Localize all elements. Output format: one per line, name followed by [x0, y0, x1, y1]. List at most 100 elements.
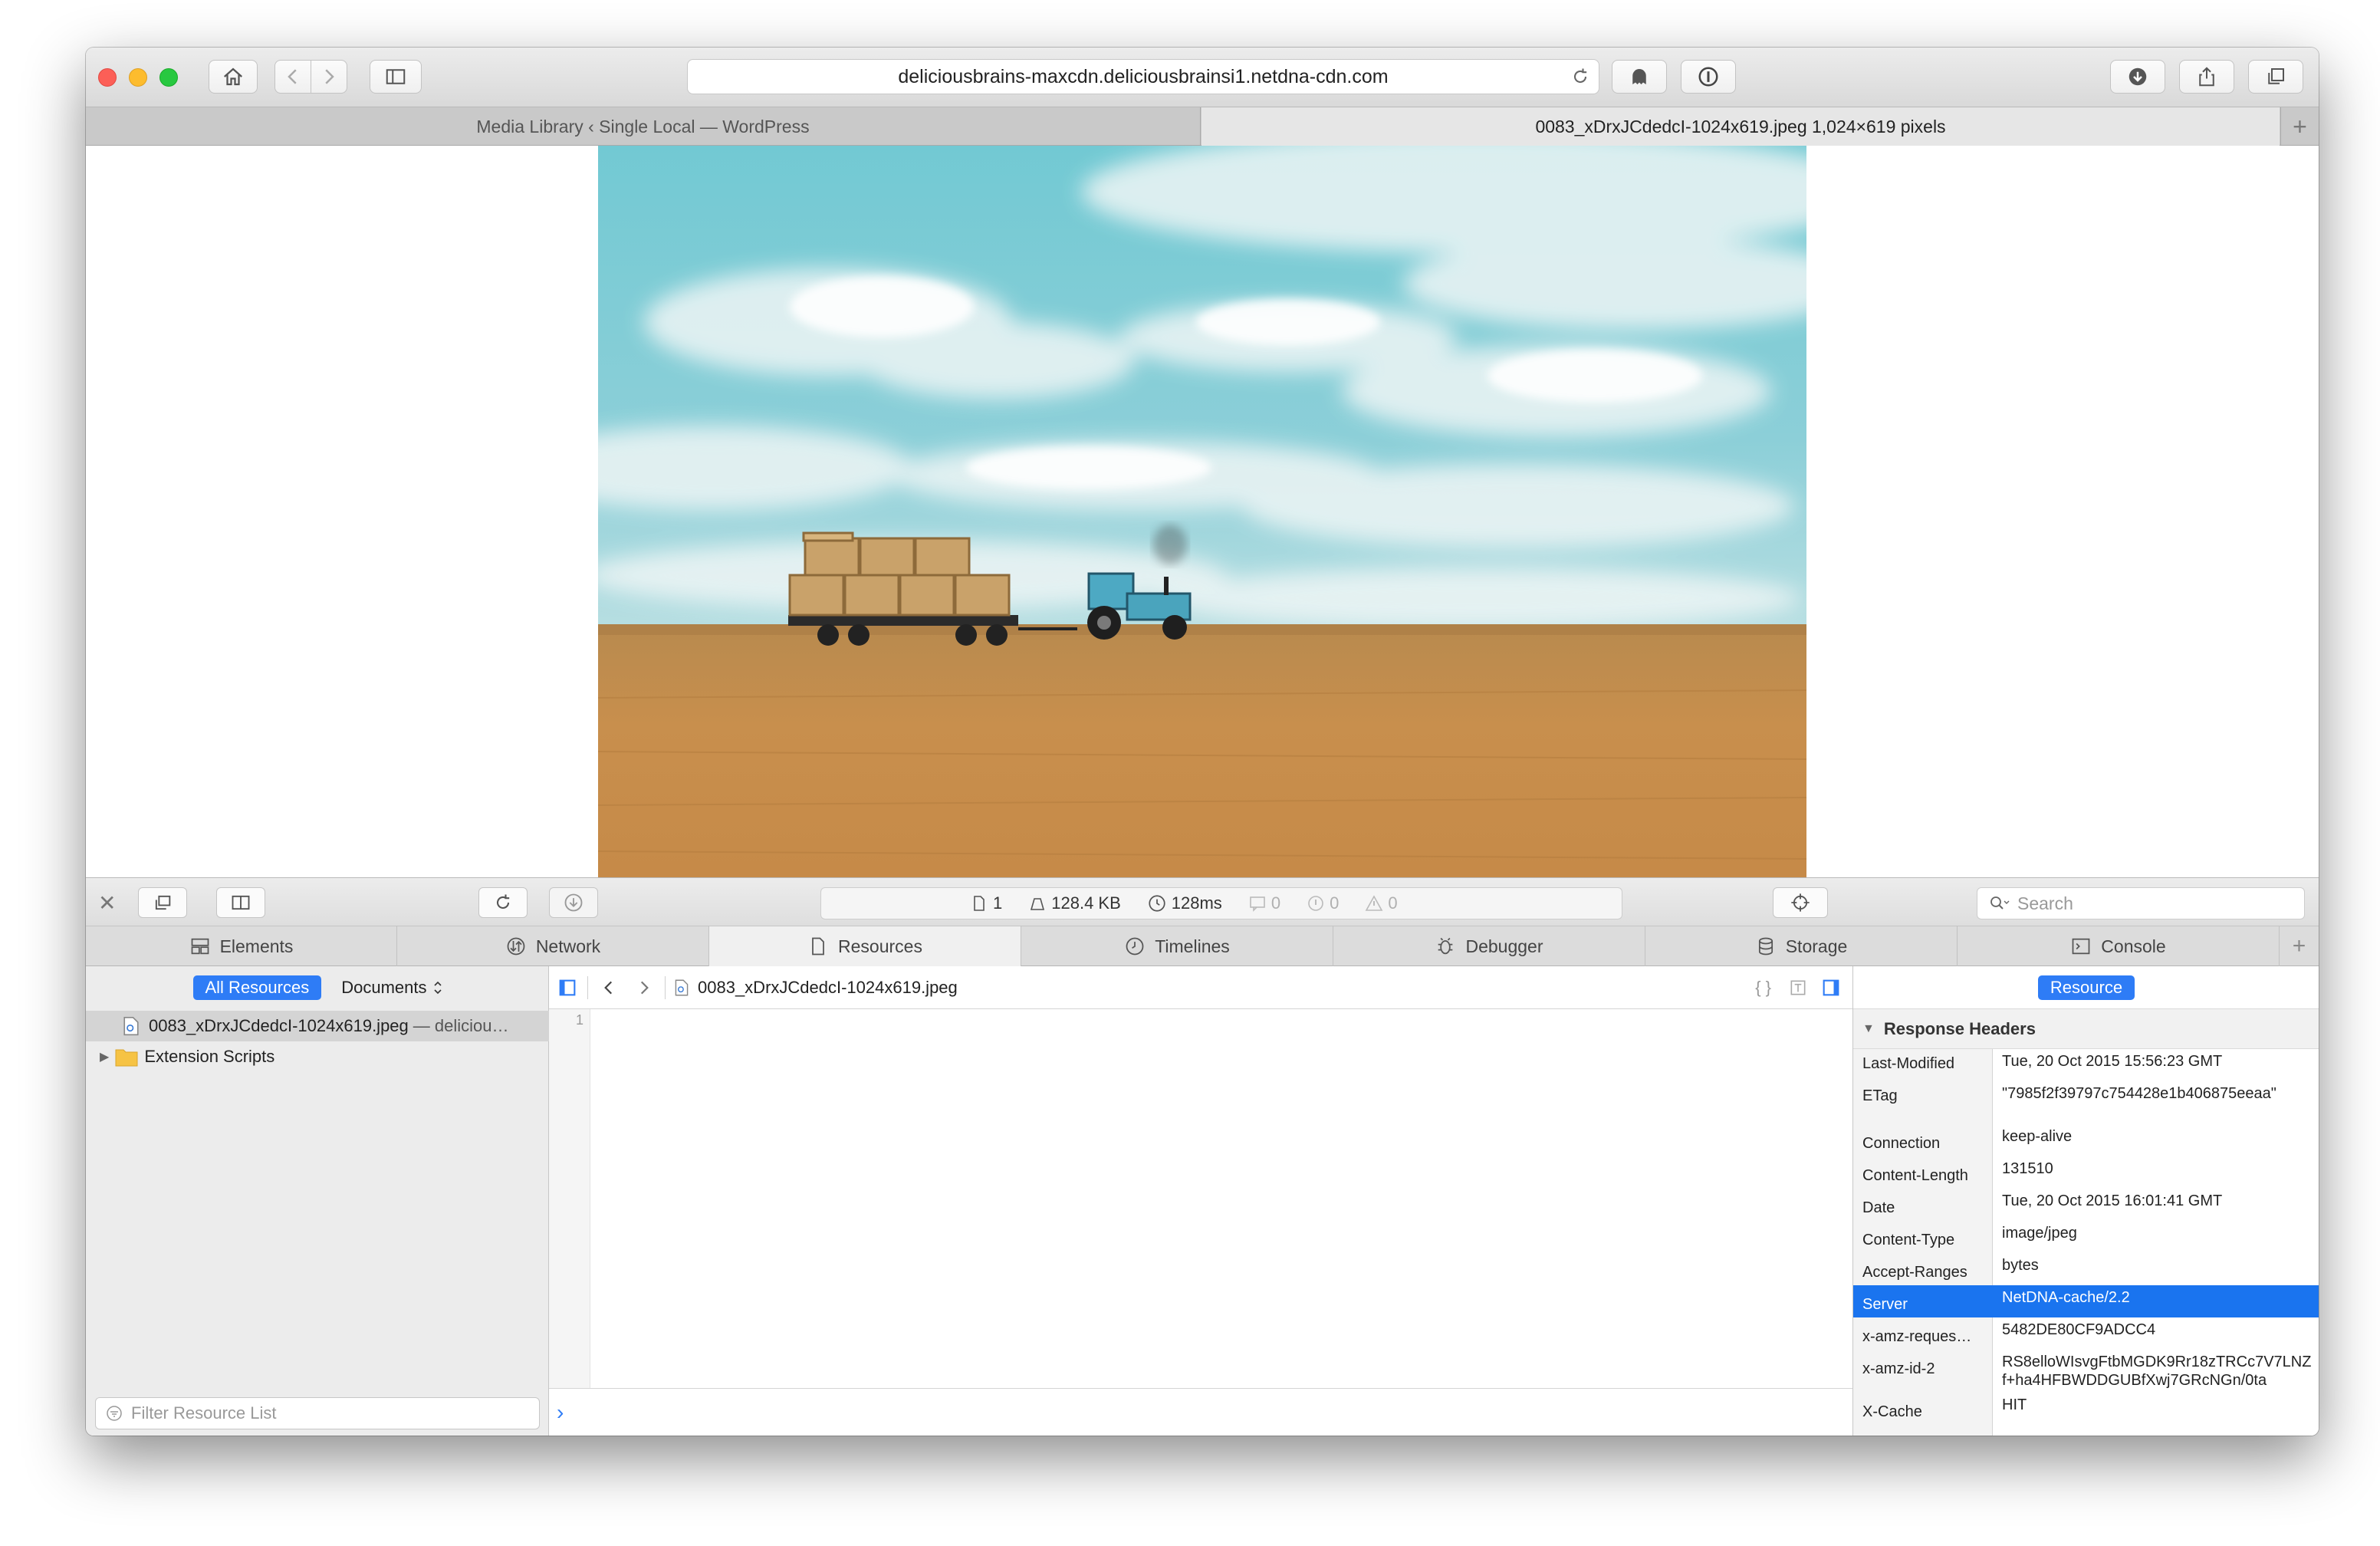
header-value: 5482DE80CF9ADCC4: [2002, 1321, 2156, 1338]
minimize-window-button[interactable]: [129, 68, 147, 87]
share-icon: [2199, 67, 2214, 87]
header-row-selected[interactable]: Server NetDNA-cache/2.2: [1853, 1285, 2319, 1317]
error-count-value: 0: [1330, 893, 1340, 913]
tab-image[interactable]: 0083_xDrxJCdedcI-1024x619.jpeg 1,024×619…: [1202, 107, 2280, 146]
activity-dashboard[interactable]: 1 128.4 KB 128ms 0 0 0: [820, 887, 1622, 919]
details-tab-resource[interactable]: Resource: [2037, 975, 2135, 1000]
tab-console[interactable]: Console: [1958, 926, 2280, 966]
ghostery-icon: [1632, 69, 1646, 84]
header-row: ETag "7985f2f39797c754428e1b406875eeaa": [1853, 1081, 2319, 1124]
header-value: RS8elloWIsvgFtbMGDK9Rr18zTRCc7V7LNZf+ha4…: [2002, 1354, 2312, 1389]
tab-label: Timelines: [1155, 936, 1230, 956]
header-value: Tue, 20 Oct 2015 15:56:23 GMT: [2002, 1053, 2223, 1070]
tab-debugger[interactable]: Debugger: [1333, 926, 1645, 966]
filter-resource-input[interactable]: Filter Resource List: [95, 1397, 540, 1429]
header-key: Content-Type: [1853, 1221, 1993, 1253]
header-value: Tue, 20 Oct 2015 16:01:41 GMT: [2002, 1192, 2223, 1209]
crosshair-icon: [1791, 893, 1810, 912]
tree-item-image[interactable]: 0083_xDrxJCdedcI-1024x619.jpeg — delicio…: [86, 1011, 549, 1041]
new-tab-button[interactable]: +: [2280, 107, 2319, 146]
home-icon: [224, 67, 242, 86]
downloads-button[interactable]: [2110, 60, 2165, 94]
address-bar[interactable]: deliciousbrains-maxcdn.deliciousbrainsi1…: [687, 59, 1599, 94]
header-row: X-Cache HIT: [1853, 1393, 2319, 1436]
tab-media-library[interactable]: Media Library ‹ Single Local — WordPress: [86, 107, 1201, 146]
ghostery-extension-button[interactable]: [1612, 60, 1667, 94]
tab-resources[interactable]: Resources: [709, 926, 1021, 966]
header-key: X-Cache: [1853, 1393, 1993, 1436]
header-value: 131510: [2002, 1160, 2053, 1177]
resource-size: 128.4 KB: [1028, 893, 1121, 913]
warning-count-value: 0: [1388, 893, 1398, 913]
reload-page-button[interactable]: [478, 887, 528, 918]
tree-item-label: Extension Scripts: [144, 1047, 275, 1066]
detach-devtools-button[interactable]: [138, 887, 187, 918]
resource-details-sidebar: Resource ▼ Response Headers Last-Modifie…: [1852, 966, 2319, 1436]
tab-storage[interactable]: Storage: [1645, 926, 1958, 966]
home-button[interactable]: [209, 60, 258, 94]
header-key: Server: [1853, 1285, 1993, 1317]
tabs-overview-button[interactable]: [2248, 60, 2303, 94]
scope-all-resources[interactable]: All Resources: [192, 975, 322, 1000]
back-button[interactable]: [274, 60, 311, 94]
header-row: Last-Modified Tue, 20 Oct 2015 15:56:23 G…: [1853, 1049, 2319, 1081]
header-row: Date Tue, 20 Oct 2015 16:01:41 GMT: [1853, 1189, 2319, 1221]
forward-button[interactable]: [311, 60, 347, 94]
header-key: Last-Modified: [1853, 1049, 1993, 1081]
header-value: "7985f2f39797c754428e1b406875eeaa": [2002, 1085, 2276, 1102]
back-icon[interactable]: [599, 978, 619, 998]
folder-icon: [115, 1049, 138, 1067]
download-archive-button[interactable]: [549, 887, 598, 918]
add-tab-button[interactable]: +: [2280, 926, 2319, 966]
resource-content-view: 0083_xDrxJCdedcI-1024x619.jpeg { } 1 ›: [549, 966, 1852, 1436]
toggle-navigation-sidebar-icon[interactable]: [557, 977, 578, 998]
page-content: [86, 146, 2319, 877]
header-row: Connection keep-alive: [1853, 1124, 2319, 1156]
scope-documents-select[interactable]: Documents: [341, 978, 442, 998]
downloads-icon: [2129, 67, 2147, 86]
log-count: 0: [1248, 893, 1280, 913]
forward-icon[interactable]: [634, 978, 654, 998]
line-gutter: 1: [549, 1009, 590, 1388]
dock-side-icon: [232, 895, 250, 910]
header-value: keep-alive: [2002, 1128, 2073, 1145]
resource-size-value: 128.4 KB: [1051, 893, 1121, 913]
close-devtools-icon[interactable]: ✕: [98, 890, 116, 916]
zoom-window-button[interactable]: [159, 68, 178, 87]
onepassword-extension-button[interactable]: [1681, 60, 1736, 94]
document-icon: [974, 896, 985, 911]
debugger-icon: [1438, 937, 1453, 955]
toggle-details-sidebar-icon[interactable]: [1820, 977, 1842, 998]
breadcrumb-filename[interactable]: 0083_xDrxJCdedcI-1024x619.jpeg: [698, 978, 958, 998]
devtools-search[interactable]: Search: [1977, 887, 2305, 919]
error-count: 0: [1307, 893, 1339, 913]
load-time: 128ms: [1147, 893, 1222, 913]
disclosure-triangle-icon[interactable]: ▶: [100, 1049, 109, 1064]
reload-icon[interactable]: [1570, 66, 1591, 87]
tab-label: Console: [2101, 936, 2166, 956]
filter-placeholder: Filter Resource List: [131, 1403, 277, 1423]
resource-count-value: 1: [993, 893, 1003, 913]
browser-window: deliciousbrains-maxcdn.deliciousbrainsi1…: [86, 48, 2319, 1436]
dock-side-button[interactable]: [216, 887, 265, 918]
inspect-element-button[interactable]: [1773, 887, 1828, 918]
header-value: bytes: [2002, 1257, 2039, 1274]
header-key: Accept-Ranges: [1853, 1253, 1993, 1285]
reload-icon: [496, 894, 510, 910]
network-icon: [507, 937, 525, 956]
close-window-button[interactable]: [98, 68, 117, 87]
response-headers-section[interactable]: ▼ Response Headers: [1853, 1009, 2319, 1049]
resource-count: 1: [970, 893, 1002, 913]
text-format-icon[interactable]: [1788, 978, 1808, 998]
share-button[interactable]: [2179, 60, 2234, 94]
sidebar-button[interactable]: [370, 60, 422, 94]
line-number: 1: [575, 1012, 583, 1028]
console-prompt[interactable]: ›: [549, 1388, 1852, 1436]
devtools-tab-bar: Elements Network Resources Timelines Deb…: [86, 926, 2319, 966]
tab-elements[interactable]: Elements: [86, 926, 397, 966]
tree-item-extension-scripts[interactable]: ▶ Extension Scripts: [86, 1041, 549, 1072]
tab-network[interactable]: Network: [397, 926, 709, 966]
header-key: ETag: [1853, 1081, 1993, 1124]
pretty-print-icon[interactable]: { }: [1755, 978, 1771, 998]
tab-timelines[interactable]: Timelines: [1021, 926, 1333, 966]
